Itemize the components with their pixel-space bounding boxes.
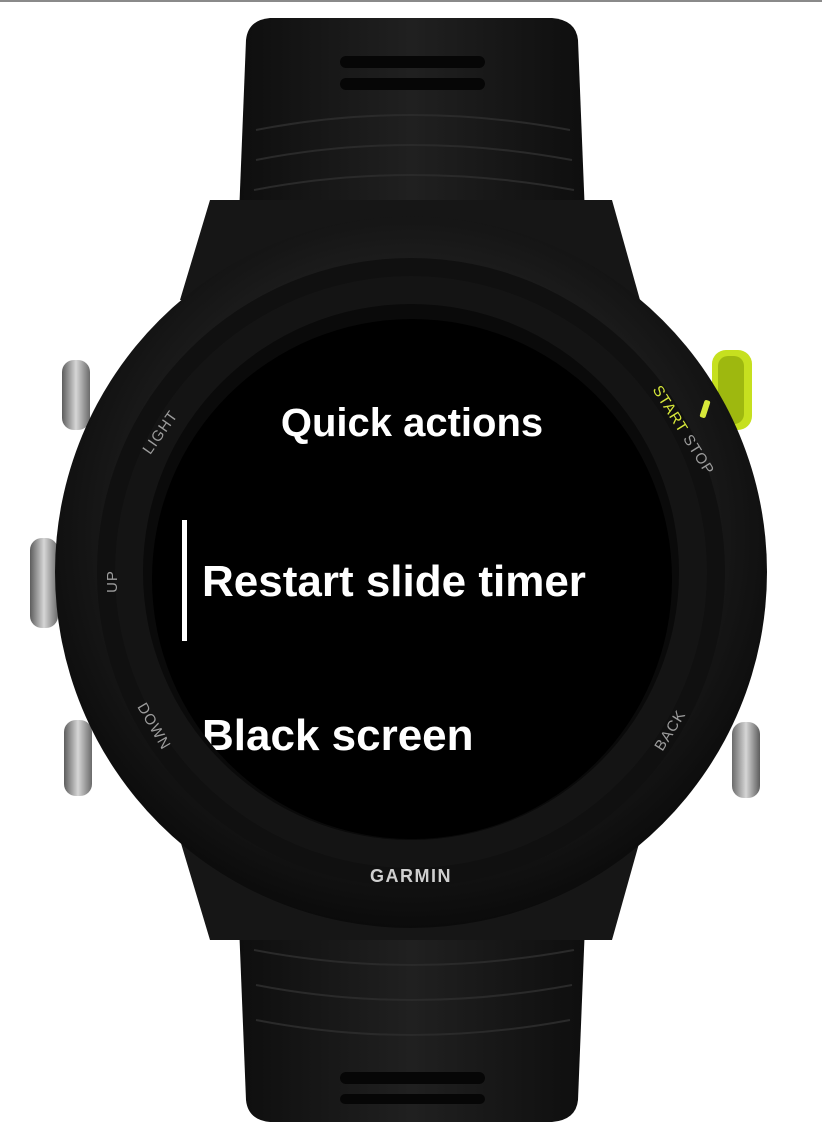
start-stop-button[interactable] <box>712 350 752 430</box>
back-button[interactable] <box>732 722 760 798</box>
menu-item-restart-slide-timer[interactable]: Restart slide timer <box>202 557 586 607</box>
light-button[interactable] <box>62 360 90 430</box>
watch-display: Quick actions Restart slide timer Black … <box>152 319 672 839</box>
selection-indicator <box>182 520 187 641</box>
page: LIGHT UP DOWN BACK START STOP GARMIN Qui… <box>0 0 822 1142</box>
screen-title: Quick actions <box>280 401 544 445</box>
up-button[interactable] <box>30 538 58 628</box>
down-button[interactable] <box>64 720 92 796</box>
brand-logo: GARMIN <box>370 866 452 886</box>
up-label: UP <box>103 570 121 593</box>
menu-item-black-screen[interactable]: Black screen <box>202 711 474 761</box>
